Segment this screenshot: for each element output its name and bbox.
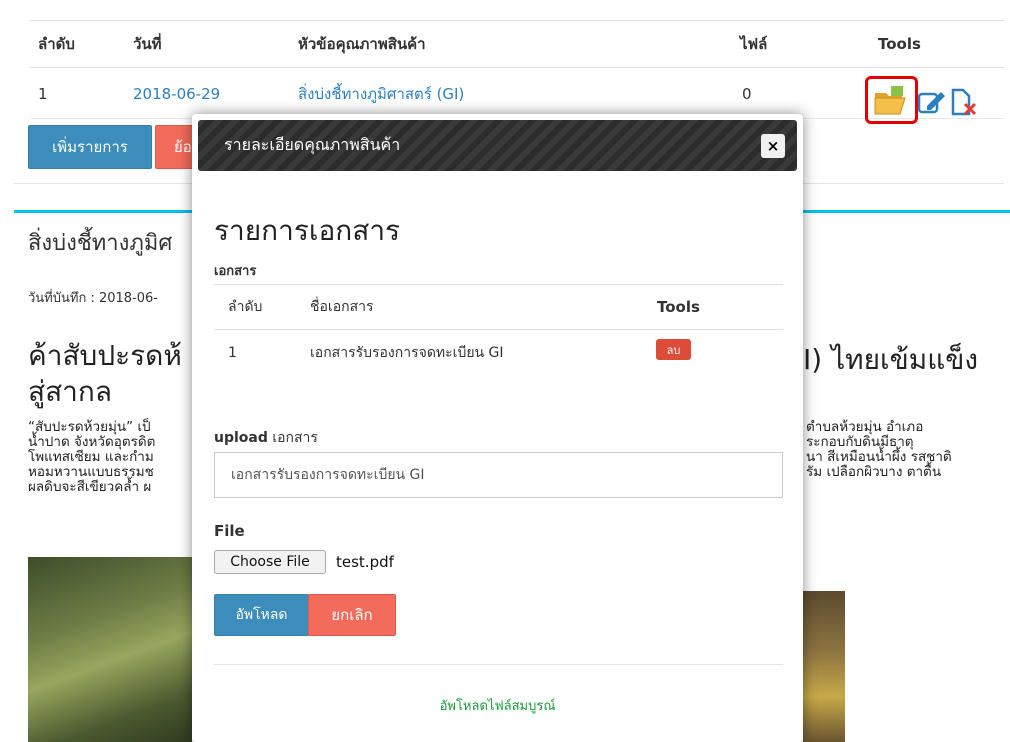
upload-label: upload เอกสาร (214, 427, 318, 449)
row-index: 1 (38, 84, 48, 103)
file-label: File (214, 522, 245, 540)
col-date: วันที่ (133, 35, 162, 53)
upload-label-bold: upload (214, 430, 268, 446)
paragraph-line: ตำบลห้วยมุ่น อำเภอ (806, 419, 924, 435)
article-subtitle: สิ่งบ่งชี้ทางภูมิศ (28, 231, 173, 256)
close-icon: × (766, 137, 780, 155)
paragraph-line: นา สีเหมือนน้ำผึ้ง รสชาติ (806, 449, 952, 465)
upload-label-text: เอกสาร (267, 430, 318, 446)
paragraph-line: ระกอบกับดินมีธาตุ (806, 434, 914, 450)
row-files-count: 0 (742, 84, 752, 103)
row-date-link[interactable]: 2018-06-29 (133, 69, 220, 118)
selected-file-name: test.pdf (336, 553, 394, 571)
pineapple-photo (28, 557, 192, 742)
paragraph-line: น้ำปาด จังหวัดอุตรดิต (28, 434, 156, 450)
doc-col-tools: Tools (657, 298, 700, 316)
delete-document-button[interactable]: ลบ (656, 339, 691, 360)
modal-title: รายละเอียดคุณภาพสินค้า (224, 135, 401, 154)
upload-button[interactable]: อัพโหลด (214, 594, 309, 636)
table-row: 1 2018-06-29 สิ่งบ่งชี้ทางภูมิศาสตร์ (GI… (30, 69, 1004, 119)
article-title-right: I) ไทยเข้มแข็ง (803, 343, 979, 376)
quality-detail-modal: รายละเอียดคุณภาพสินค้า × รายการเอกสาร เอ… (192, 114, 803, 742)
choose-file-button[interactable]: Choose File (214, 550, 326, 574)
table-header: ลำดับ วันที่ หัวข้อคุณภาพสินค้า ไฟล์ Too… (30, 20, 1004, 68)
doc-row-index: 1 (228, 345, 237, 361)
article-paragraph-right: ตำบลห้วยมุ่น อำเภอ ระกอบกับดินมีธาตุ นา … (806, 420, 996, 480)
paragraph-line: “สับปะรดห้วยมุ่น” เป็ (28, 419, 151, 435)
col-topic: หัวข้อคุณภาพสินค้า (298, 35, 426, 53)
paragraph-line: โพแทสเซียม และกำม (28, 449, 154, 465)
add-item-button[interactable]: เพิ่มรายการ (28, 125, 152, 169)
divider (214, 664, 783, 665)
table-row: 1 เอกสารรับรองการจดทะเบียน GI (214, 330, 783, 376)
pineapple-photo-right (803, 591, 845, 742)
article-paragraph-left: “สับปะรดห้วยมุ่น” เป็ น้ำปาด จังหวัดอุตร… (28, 420, 198, 495)
article-date: วันที่บันทึก : 2018-06- (28, 291, 158, 306)
close-button[interactable]: × (761, 134, 785, 158)
doc-row-name: เอกสารรับรองการจดทะเบียน GI (310, 345, 504, 361)
paragraph-line: ผลดิบจะสีเขียวคล้ำ ผ (28, 479, 152, 495)
highlight-box (865, 76, 918, 124)
document-name-input[interactable]: เอกสารรับรองการจดทะเบียน GI (214, 452, 783, 498)
doc-col-name: ชื่อเอกสาร (310, 299, 374, 315)
doc-col-index: ลำดับ (228, 299, 263, 315)
modal-header: รายละเอียดคุณภาพสินค้า × (198, 120, 797, 171)
documents-label: เอกสาร (214, 264, 257, 279)
col-tools: Tools (878, 35, 921, 53)
paragraph-line: หอมหวานแบบธรรมช (28, 464, 154, 480)
documents-heading: รายการเอกสาร (214, 214, 401, 247)
doc-table-header: ลำดับ ชื่อเอกสาร Tools (214, 284, 783, 330)
delete-file-icon[interactable] (951, 88, 977, 116)
col-files: ไฟล์ (740, 35, 768, 53)
paragraph-line: รัม เปลือกผิวบาง ตาตื้น (806, 464, 942, 480)
row-topic-link[interactable]: สิ่งบ่งชี้ทางภูมิศาสตร์ (GI) (298, 69, 464, 118)
col-index: ลำดับ (38, 35, 75, 53)
edit-icon[interactable] (917, 92, 945, 114)
cancel-button[interactable]: ยกเลิก (308, 594, 396, 636)
upload-success-message: อัพโหลดไฟล์สมบูรณ์ (439, 699, 556, 714)
